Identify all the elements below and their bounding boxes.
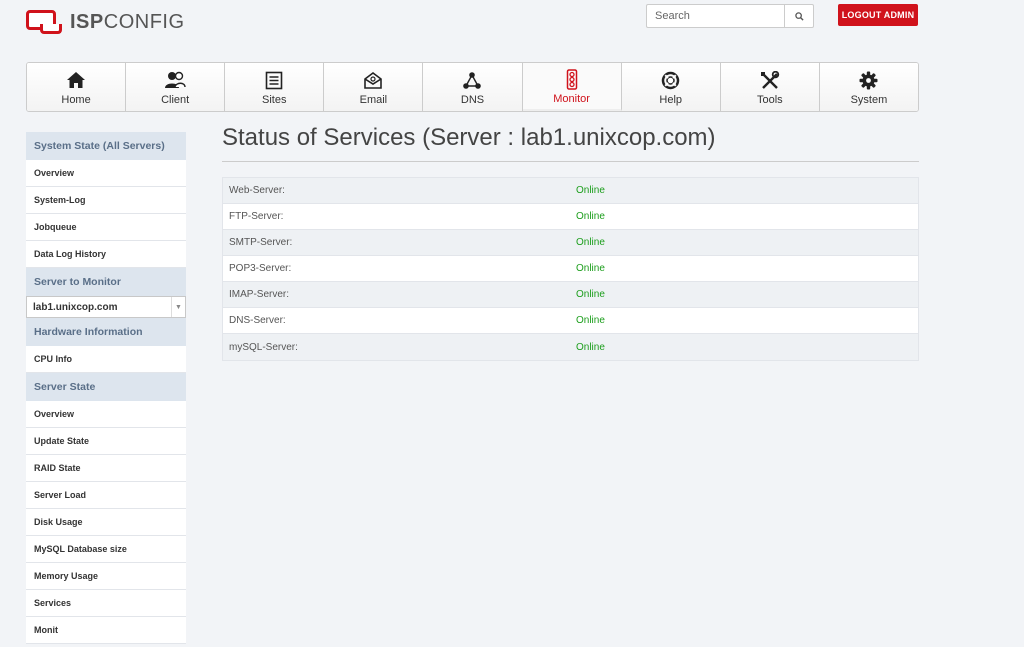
table-row: Web-Server: Online (223, 178, 918, 204)
logout-button[interactable]: LOGOUT ADMIN (838, 4, 918, 26)
traffic-light-icon (566, 68, 578, 90)
search-box (646, 4, 814, 28)
sidebar-item-services[interactable]: Services (26, 590, 186, 617)
title-divider (222, 161, 919, 162)
sidebar-item-overview[interactable]: Overview (26, 160, 186, 187)
table-row: DNS-Server: Online (223, 308, 918, 334)
sidebar-item-jobqueue[interactable]: Jobqueue (26, 214, 186, 241)
service-name: POP3-Server: (229, 263, 292, 274)
lifebuoy-icon (661, 70, 680, 90)
table-row: FTP-Server: Online (223, 204, 918, 230)
table-row: POP3-Server: Online (223, 256, 918, 282)
service-name: IMAP-Server: (229, 289, 290, 300)
tools-icon (760, 70, 780, 90)
service-status: Online (576, 237, 605, 248)
sidebar-heading-hardware: Hardware Information (26, 318, 186, 346)
dropdown-arrow-icon: ▼ (171, 297, 185, 317)
sidebar-item-state-overview[interactable]: Overview (26, 401, 186, 428)
service-status: Online (576, 185, 605, 196)
sidebar-item-monit[interactable]: Monit (26, 617, 186, 644)
sidebar-item-memory-usage[interactable]: Memory Usage (26, 563, 186, 590)
search-input[interactable] (646, 4, 784, 28)
service-status: Online (576, 211, 605, 222)
sidebar-heading-server-state: Server State (26, 373, 186, 401)
service-name: FTP-Server: (229, 211, 284, 222)
service-name: mySQL-Server: (229, 341, 298, 353)
document-icon (265, 70, 283, 90)
nav-tools[interactable]: Tools (720, 63, 820, 111)
table-row: mySQL-Server: Online (223, 334, 918, 360)
service-name: DNS-Server: (229, 315, 286, 326)
nav-client[interactable]: Client (126, 63, 226, 111)
sidebar: System State (All Servers) Overview Syst… (26, 132, 186, 644)
sidebar-item-cpu-info[interactable]: CPU Info (26, 346, 186, 373)
sidebar-item-server-load[interactable]: Server Load (26, 482, 186, 509)
table-row: SMTP-Server: Online (223, 230, 918, 256)
nav-system[interactable]: System (819, 63, 918, 111)
logo-icon (26, 10, 62, 34)
nav-monitor[interactable]: Monitor (522, 63, 622, 111)
main-nav: Home Client Sites Email DNS Monitor Help… (26, 62, 919, 112)
sidebar-item-disk-usage[interactable]: Disk Usage (26, 509, 186, 536)
server-select-value: lab1.unixcop.com (33, 301, 118, 313)
envelope-icon (363, 70, 383, 90)
table-row: IMAP-Server: Online (223, 282, 918, 308)
search-button[interactable] (784, 4, 814, 28)
service-status: Online (576, 289, 605, 300)
server-select[interactable]: lab1.unixcop.com ▼ (26, 296, 186, 318)
sidebar-item-mysql-db-size[interactable]: MySQL Database size (26, 536, 186, 563)
service-status: Online (576, 341, 605, 353)
service-name: Web-Server: (229, 185, 285, 196)
isp-config-logo[interactable]: ISPCONFIG (26, 8, 185, 36)
sidebar-heading-system-state: System State (All Servers) (26, 132, 186, 160)
gear-icon (859, 70, 878, 90)
service-status: Online (576, 263, 605, 274)
nav-sites[interactable]: Sites (225, 63, 325, 111)
sidebar-item-system-log[interactable]: System-Log (26, 187, 186, 214)
nav-home[interactable]: Home (27, 63, 127, 111)
sidebar-item-data-log-history[interactable]: Data Log History (26, 241, 186, 268)
home-icon (66, 70, 86, 90)
nav-dns[interactable]: DNS (423, 63, 523, 111)
logo-text: ISPCONFIG (70, 10, 185, 33)
users-icon (164, 70, 186, 90)
sidebar-item-update-state[interactable]: Update State (26, 428, 186, 455)
sidebar-item-raid-state[interactable]: RAID State (26, 455, 186, 482)
service-name: SMTP-Server: (229, 237, 293, 248)
nav-email[interactable]: Email (324, 63, 424, 111)
services-table: Web-Server: Online FTP-Server: Online SM… (222, 177, 919, 361)
network-icon (462, 70, 482, 90)
page-title: Status of Services (Server : lab1.unixco… (222, 124, 716, 151)
nav-help[interactable]: Help (621, 63, 721, 111)
sidebar-heading-server-to-monitor: Server to Monitor (26, 268, 186, 296)
service-status: Online (576, 315, 605, 326)
search-icon (794, 11, 804, 21)
